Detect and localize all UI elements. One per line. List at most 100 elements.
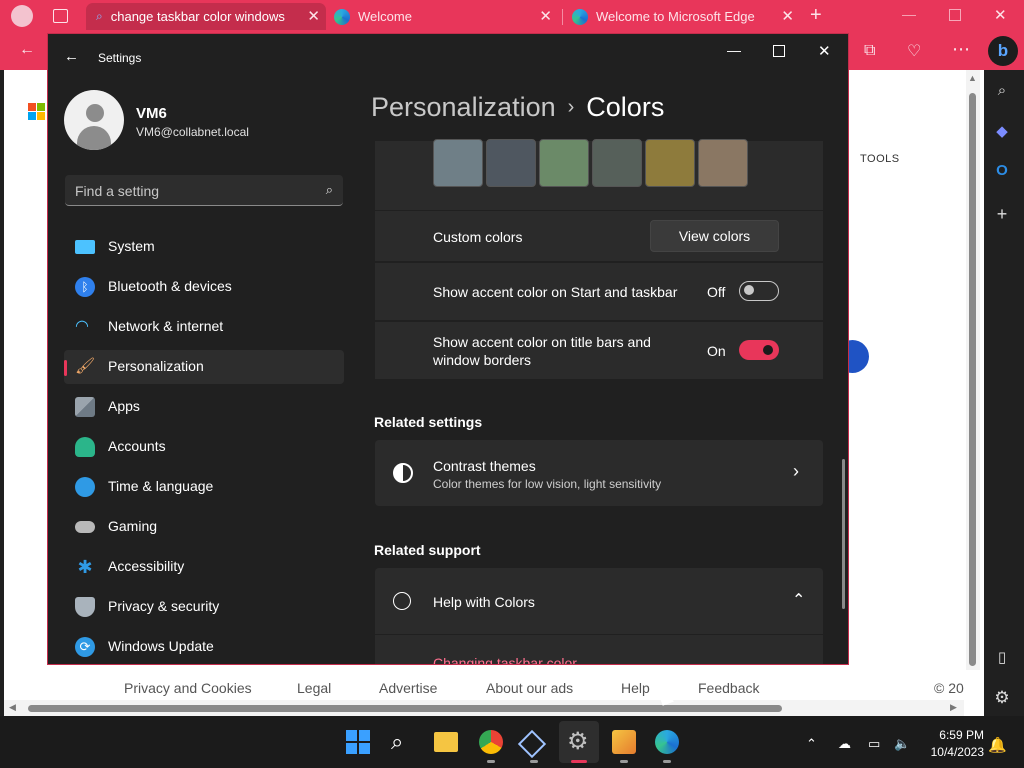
add-plus-icon[interactable]: +	[984, 204, 1020, 225]
accent-title-bars-toggle[interactable]	[739, 340, 779, 360]
close-tab-icon[interactable]: ✕	[781, 7, 794, 25]
scroll-right-icon[interactable]: ▶	[950, 702, 957, 713]
accent-swatch[interactable]	[433, 139, 483, 187]
onedrive-icon[interactable]: ☁	[838, 736, 851, 752]
clock-time[interactable]: 6:59 PM	[934, 728, 984, 742]
running-indicator	[663, 760, 671, 763]
person-icon	[75, 437, 95, 457]
sidebar-item-gaming[interactable]: Gaming	[64, 510, 344, 544]
page-footer: Privacy and Cookies Legal Advertise Abou…	[4, 672, 964, 702]
sidebar-item-accessibility[interactable]: ✱ Accessibility	[64, 550, 344, 584]
footer-link-feedback[interactable]: Feedback	[698, 680, 759, 696]
footer-link-advertise[interactable]: Advertise	[379, 680, 437, 696]
view-colors-button[interactable]: View colors	[650, 220, 779, 252]
breadcrumb-parent[interactable]: Personalization	[371, 92, 556, 122]
sidebar-item-personalization[interactable]: 🖌 Personalization	[64, 350, 344, 384]
maximize-icon[interactable]	[773, 45, 785, 57]
network-icon[interactable]: ▭	[868, 736, 880, 752]
health-icon[interactable]: ♡	[907, 41, 921, 61]
tab-change-taskbar-color[interactable]: ⌕ change taskbar color windows 1 ✕	[86, 3, 326, 30]
sidebar-item-windows-update[interactable]: ⟳ Windows Update	[64, 630, 344, 664]
close-tab-icon[interactable]: ✕	[539, 7, 552, 25]
settings-gear-icon[interactable]: ⚙	[567, 730, 591, 754]
tools-tab[interactable]: TOOLS	[860, 153, 900, 165]
maximize-icon[interactable]	[949, 9, 961, 21]
notification-bell-icon[interactable]: 🔔	[988, 736, 1007, 754]
outlook-icon[interactable]: O	[984, 162, 1020, 179]
back-arrow-icon[interactable]: ←	[19, 41, 35, 59]
new-tab-plus-icon[interactable]: +	[810, 4, 822, 27]
minimize-icon[interactable]: —	[902, 6, 916, 22]
sidebar-item-system[interactable]: System	[64, 230, 344, 264]
settings-gear-icon[interactable]: ⚙	[984, 688, 1020, 708]
profile-avatar-icon[interactable]	[11, 5, 33, 27]
footer-link-about-ads[interactable]: About our ads	[486, 680, 573, 696]
bluetooth-icon: ᛒ	[75, 277, 95, 297]
horizontal-scroll-thumb[interactable]	[28, 705, 782, 712]
tab-divider	[562, 9, 563, 25]
tab-welcome[interactable]: Welcome ✕	[328, 3, 558, 30]
apps-icon	[75, 397, 95, 417]
footer-link-help[interactable]: Help	[621, 680, 650, 696]
file-explorer-icon[interactable]	[434, 732, 458, 752]
sidebar-item-label: Windows Update	[108, 638, 214, 654]
scroll-left-icon[interactable]: ◀	[9, 702, 16, 713]
accent-start-taskbar-toggle[interactable]	[739, 281, 779, 301]
accent-start-taskbar-label: Show accent color on Start and taskbar	[433, 284, 678, 300]
close-window-icon[interactable]: ✕	[994, 6, 1007, 24]
paint-app-icon[interactable]	[612, 730, 636, 754]
windows-start-icon[interactable]	[346, 730, 370, 754]
accessibility-icon: ✱	[77, 557, 93, 577]
chrome-icon[interactable]	[479, 730, 503, 754]
sidebar-item-label: Accessibility	[108, 558, 185, 574]
accent-swatch[interactable]	[698, 139, 748, 187]
help-link-changing-taskbar-color[interactable]: Changing taskbar color	[433, 655, 577, 664]
sidebar-item-network[interactable]: ◠ Network & internet	[64, 310, 344, 344]
search-input[interactable]: Find a setting ⌕	[65, 175, 343, 206]
more-menu-icon[interactable]: ⋯	[952, 39, 970, 60]
accent-swatch[interactable]	[645, 139, 695, 187]
running-indicator	[620, 760, 628, 763]
accent-swatch[interactable]	[592, 139, 642, 187]
custom-colors-label: Custom colors	[433, 229, 523, 245]
footer-link-legal[interactable]: Legal	[297, 680, 331, 696]
chevron-up-icon[interactable]: ⌃	[792, 590, 805, 610]
vertical-scroll-thumb[interactable]	[969, 93, 976, 666]
sidebar-toggle-icon[interactable]: ▯	[984, 648, 1020, 666]
help-with-colors-title: Help with Colors	[433, 594, 535, 610]
scroll-up-icon[interactable]: ▲	[968, 73, 977, 83]
back-arrow-icon[interactable]: ←	[64, 48, 79, 65]
close-window-icon[interactable]: ✕	[818, 42, 831, 60]
sidebar-item-accounts[interactable]: Accounts	[64, 430, 344, 464]
bing-icon[interactable]: b	[988, 36, 1018, 66]
related-support-heading: Related support	[374, 542, 481, 558]
sidebar-item-apps[interactable]: Apps	[64, 390, 344, 424]
search-icon[interactable]: ⌕	[391, 730, 415, 754]
tab-actions-icon[interactable]	[53, 9, 68, 23]
footer-link-privacy[interactable]: Privacy and Cookies	[124, 680, 252, 696]
search-icon[interactable]: ⌕	[984, 82, 1020, 99]
accent-title-bars-label-line2: window borders	[433, 352, 532, 368]
sidebar-item-time-language[interactable]: Time & language	[64, 470, 344, 504]
chevron-up-icon[interactable]: ⌃	[806, 736, 817, 752]
browser-tab-strip: ⌕ change taskbar color windows 1 ✕ Welco…	[0, 0, 1024, 33]
accent-swatch[interactable]	[486, 139, 536, 187]
sidebar-item-bluetooth[interactable]: ᛒ Bluetooth & devices	[64, 270, 344, 304]
chevron-right-icon: ›	[567, 96, 575, 118]
virtualbox-icon[interactable]	[517, 729, 547, 759]
sidebar-item-label: Accounts	[108, 438, 166, 454]
clock-date[interactable]: 10/4/2023	[926, 745, 984, 759]
avatar	[64, 90, 124, 150]
close-tab-icon[interactable]: ✕	[307, 7, 320, 25]
accent-swatch[interactable]	[539, 139, 589, 187]
edge-icon[interactable]	[655, 730, 679, 754]
copilot-icon[interactable]: ◆	[984, 122, 1020, 140]
minimize-icon[interactable]: —	[727, 42, 741, 58]
collections-icon[interactable]: ⧉	[864, 42, 875, 60]
tab-welcome-edge[interactable]: Welcome to Microsoft Edge ✕	[566, 3, 800, 30]
settings-scrollbar[interactable]	[842, 459, 845, 609]
sidebar-item-label: Gaming	[108, 518, 158, 534]
volume-muted-icon[interactable]: 🔈	[894, 736, 910, 752]
edge-icon	[334, 8, 350, 25]
sidebar-item-privacy[interactable]: Privacy & security	[64, 590, 344, 624]
